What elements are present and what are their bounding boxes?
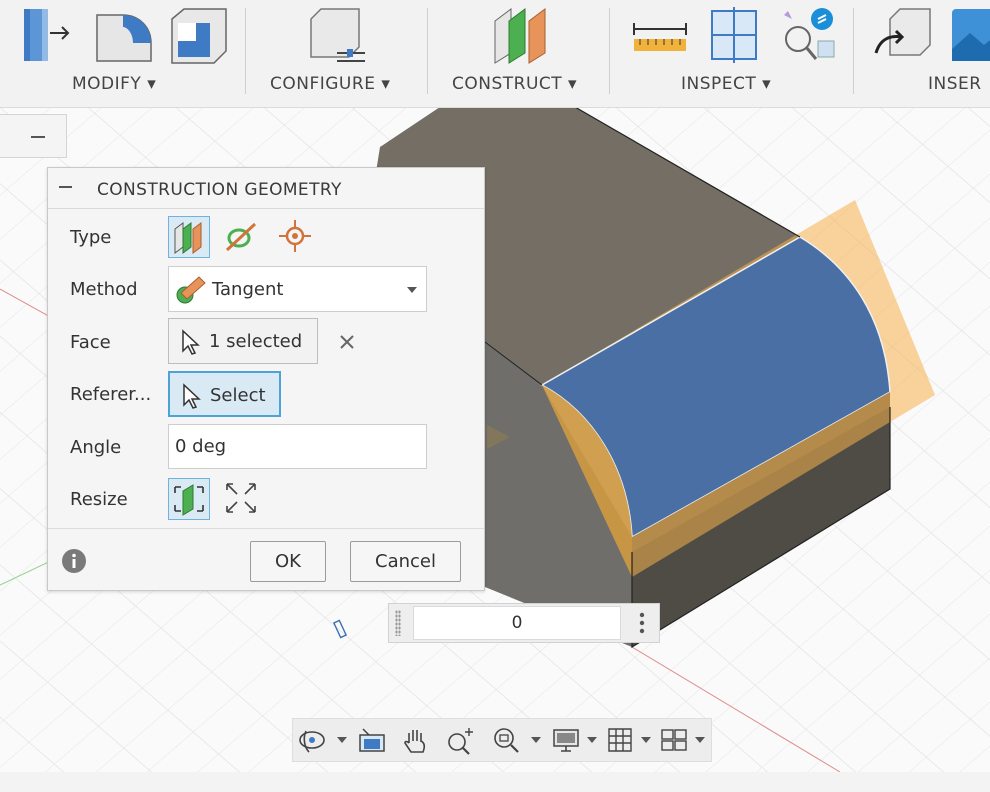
chevron-down-icon[interactable]: [337, 737, 347, 743]
plane-type-icon: [174, 222, 202, 254]
clear-selection-icon[interactable]: [339, 334, 355, 350]
toolbar-divider: [427, 8, 428, 94]
toolbar-divider: [853, 8, 854, 94]
press-pull-icon[interactable]: [18, 5, 78, 65]
viewports-icon[interactable]: [659, 725, 689, 755]
method-label: Method: [70, 279, 138, 300]
reference-selection-value: Select: [210, 385, 266, 406]
configure-table-icon[interactable]: [307, 5, 367, 65]
display-settings-icon[interactable]: [551, 725, 581, 755]
zoom-icon[interactable]: [445, 725, 475, 755]
ok-button[interactable]: OK: [250, 541, 326, 582]
chevron-down-icon[interactable]: [531, 737, 541, 743]
construct-menu[interactable]: CONSTRUCT ▾: [452, 74, 577, 94]
look-at-icon[interactable]: [357, 725, 387, 755]
toolbar-divider: [245, 8, 246, 94]
cursor-arrow-icon: [183, 383, 201, 409]
minimize-icon[interactable]: [59, 186, 72, 188]
browser-collapse-tab[interactable]: [0, 114, 67, 158]
tangent-plane-icon: [176, 276, 206, 304]
manipulator-value-widget: 0: [388, 603, 660, 643]
dialog-title: CONSTRUCTION GEOMETRY: [97, 180, 342, 200]
status-strip: [0, 772, 990, 792]
construction-geometry-dialog: CONSTRUCTION GEOMETRY Type Method Tangen…: [47, 167, 485, 591]
orbit-icon[interactable]: [297, 725, 327, 755]
chevron-down-icon: [407, 287, 417, 293]
insert-derive-icon[interactable]: [872, 5, 932, 65]
insert-menu[interactable]: INSER: [928, 74, 982, 94]
insert-canvas-icon[interactable]: [950, 5, 990, 65]
resize-custom-button[interactable]: [221, 478, 263, 520]
dialog-header: CONSTRUCTION GEOMETRY: [48, 168, 484, 209]
configure-menu[interactable]: CONFIGURE ▾: [270, 74, 390, 94]
section-analysis-icon[interactable]: [704, 5, 764, 65]
resize-label: Resize: [70, 489, 128, 510]
angle-input[interactable]: 0 deg: [168, 424, 427, 469]
reference-label: Referer...: [70, 384, 152, 405]
fillet-icon[interactable]: [93, 5, 153, 65]
toolbar-divider: [609, 8, 610, 94]
grid-icon[interactable]: [605, 725, 635, 755]
modify-menu[interactable]: MODIFY ▾: [72, 74, 156, 94]
reference-selection-button[interactable]: Select: [168, 371, 281, 417]
angle-value: 0 deg: [175, 436, 227, 457]
axis-type-icon: [225, 222, 257, 252]
chevron-down-icon[interactable]: [641, 737, 651, 743]
angle-label: Angle: [70, 437, 122, 458]
method-dropdown[interactable]: Tangent: [168, 266, 427, 312]
face-selection-button[interactable]: 1 selected: [168, 318, 318, 364]
manipulator-value-input[interactable]: 0: [413, 606, 621, 640]
inspect-menu[interactable]: INSPECT ▾: [681, 74, 771, 94]
face-selection-value: 1 selected: [209, 331, 303, 352]
type-axis-button[interactable]: [221, 216, 263, 258]
shell-icon[interactable]: [168, 5, 228, 65]
pan-icon[interactable]: [401, 725, 431, 755]
midplane-icon[interactable]: [489, 5, 549, 65]
chevron-down-icon[interactable]: [587, 737, 597, 743]
measure-icon[interactable]: [630, 5, 690, 65]
point-type-icon: [279, 220, 311, 252]
cancel-button[interactable]: Cancel: [350, 541, 461, 582]
expand-icon: [226, 483, 256, 513]
navigation-bar: [292, 718, 712, 762]
info-icon[interactable]: [62, 549, 86, 573]
fit-plane-icon: [174, 484, 204, 516]
cursor-arrow-icon: [182, 329, 200, 355]
type-point-button[interactable]: [275, 216, 317, 258]
dialog-footer: OK Cancel: [48, 528, 484, 591]
drag-handle[interactable]: [395, 610, 401, 636]
interference-icon[interactable]: [778, 5, 838, 65]
face-label: Face: [70, 332, 111, 353]
more-options-icon[interactable]: [639, 612, 645, 634]
type-label: Type: [70, 227, 112, 248]
toolbar: MODIFY ▾ CONFIGURE ▾ CONSTRUCT ▾ INSPECT…: [0, 0, 990, 108]
type-plane-button[interactable]: [168, 216, 210, 258]
collapse-icon: [31, 136, 45, 138]
chevron-down-icon[interactable]: [695, 737, 705, 743]
resize-to-geometry-button[interactable]: [168, 478, 210, 520]
fit-icon[interactable]: [491, 725, 521, 755]
method-value: Tangent: [212, 279, 284, 300]
